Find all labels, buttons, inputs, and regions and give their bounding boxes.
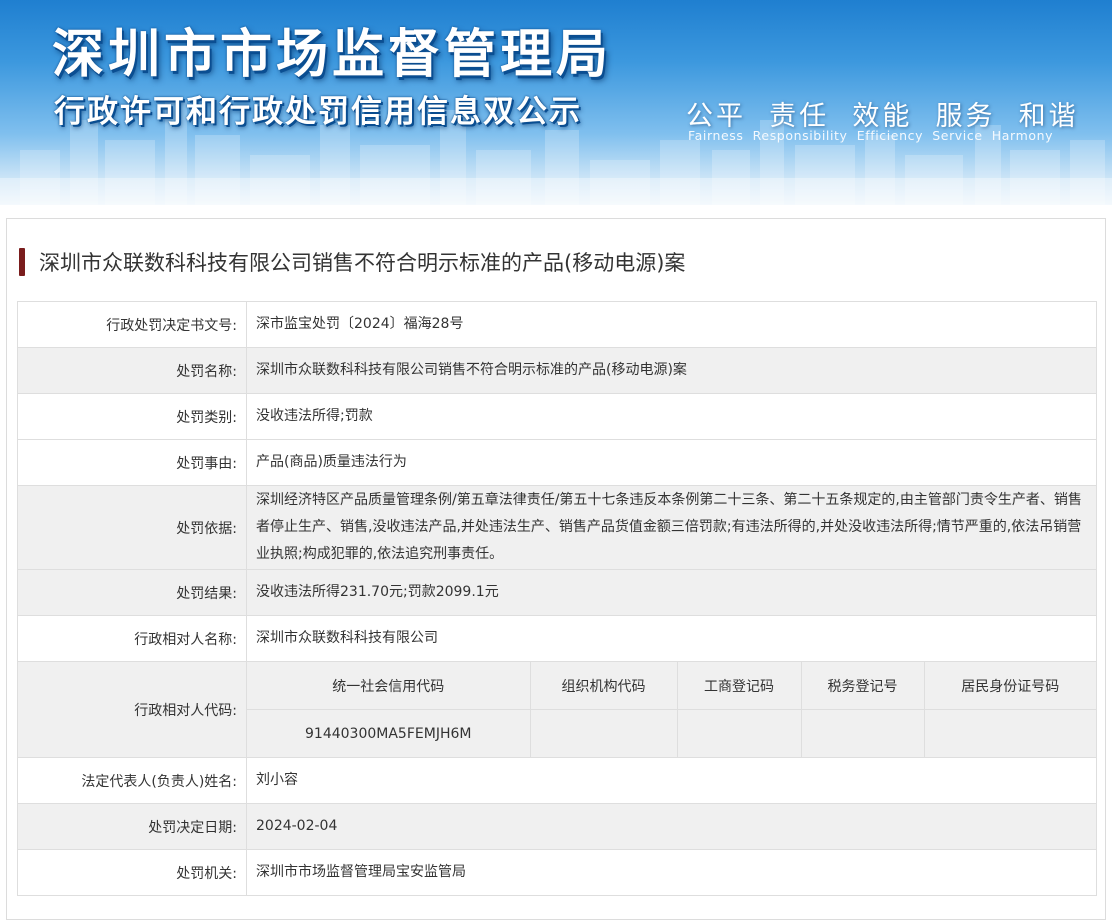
case-title: 深圳市众联数科科技有限公司销售不符合明示标准的产品(移动电源)案	[19, 245, 685, 279]
label-name: 处罚名称:	[17, 347, 247, 394]
value-result: 没收违法所得231.70元;罚款2099.1元	[246, 569, 1097, 616]
value-category: 没收违法所得;罚款	[246, 393, 1097, 440]
party-code-header-row: 统一社会信用代码 组织机构代码 工商登记码 税务登记号 居民身份证号码	[247, 662, 1096, 710]
header-credit-code: 统一社会信用代码	[247, 662, 531, 710]
party-code-table: 统一社会信用代码 组织机构代码 工商登记码 税务登记号 居民身份证号码 9144…	[247, 662, 1096, 757]
party-code-value-row: 91440300MA5FEMJH6M	[247, 709, 1096, 757]
row-doc-no: 行政处罚决定书文号: 深市监宝处罚〔2024〕福海28号	[17, 301, 1097, 348]
label-authority: 处罚机关:	[17, 849, 247, 896]
label-category: 处罚类别:	[17, 393, 247, 440]
banner-slogan-en: Fairness Responsibility Efficiency Servi…	[688, 128, 1054, 143]
header-id-number: 居民身份证号码	[923, 662, 1096, 710]
row-legal-rep: 法定代表人(负责人)姓名: 刘小容	[17, 757, 1097, 804]
label-party-name: 行政相对人名称:	[17, 615, 247, 662]
header-tax-reg: 税务登记号	[800, 662, 925, 710]
row-party-name: 行政相对人名称: 深圳市众联数科科技有限公司	[17, 615, 1097, 662]
label-result: 处罚结果:	[17, 569, 247, 616]
value-legal-rep: 刘小容	[246, 757, 1097, 804]
value-id-number	[923, 709, 1096, 757]
label-date: 处罚决定日期:	[17, 803, 247, 850]
row-reason: 处罚事由: 产品(商品)质量违法行为	[17, 439, 1097, 486]
value-party-name: 深圳市众联数科科技有限公司	[246, 615, 1097, 662]
case-detail-panel: 深圳市众联数科科技有限公司销售不符合明示标准的产品(移动电源)案 行政处罚决定书…	[6, 218, 1106, 920]
row-party-code: 行政相对人代码: 统一社会信用代码 组织机构代码 工商登记码 税务登记号 居民身…	[17, 661, 1097, 758]
value-authority: 深圳市市场监督管理局宝安监管局	[246, 849, 1097, 896]
value-tax-reg	[800, 709, 925, 757]
value-doc-no: 深市监宝处罚〔2024〕福海28号	[246, 301, 1097, 348]
value-credit-code: 91440300MA5FEMJH6M	[247, 709, 531, 757]
row-category: 处罚类别: 没收违法所得;罚款	[17, 393, 1097, 440]
banner-title: 深圳市市场监督管理局	[52, 25, 613, 85]
row-date: 处罚决定日期: 2024-02-04	[17, 803, 1097, 850]
header-org-code: 组织机构代码	[529, 662, 678, 710]
value-reason: 产品(商品)质量违法行为	[246, 439, 1097, 486]
title-accent-bar	[19, 248, 25, 276]
case-info-table: 行政处罚决定书文号: 深市监宝处罚〔2024〕福海28号 处罚名称: 深圳市众联…	[17, 301, 1097, 896]
header-business-reg: 工商登记码	[676, 662, 802, 710]
value-org-code	[529, 709, 678, 757]
label-basis: 处罚依据:	[17, 485, 247, 570]
banner-subtitle: 行政许可和行政处罚信用信息双公示	[54, 94, 582, 130]
value-business-reg	[676, 709, 802, 757]
case-title-text: 深圳市众联数科科技有限公司销售不符合明示标准的产品(移动电源)案	[39, 251, 686, 275]
value-basis: 深圳经济特区产品质量管理条例/第五章法律责任/第五十七条违反本条例第二十三条、第…	[246, 485, 1097, 570]
row-name: 处罚名称: 深圳市众联数科科技有限公司销售不符合明示标准的产品(移动电源)案	[17, 347, 1097, 394]
value-date: 2024-02-04	[246, 803, 1097, 850]
party-code-cell: 统一社会信用代码 组织机构代码 工商登记码 税务登记号 居民身份证号码 9144…	[246, 661, 1097, 758]
row-authority: 处罚机关: 深圳市市场监督管理局宝安监管局	[17, 849, 1097, 896]
value-name: 深圳市众联数科科技有限公司销售不符合明示标准的产品(移动电源)案	[246, 347, 1097, 394]
row-result: 处罚结果: 没收违法所得231.70元;罚款2099.1元	[17, 569, 1097, 616]
header-banner: 深圳市市场监督管理局 行政许可和行政处罚信用信息双公示 公平 责任 效能 服务 …	[0, 0, 1112, 205]
label-reason: 处罚事由:	[17, 439, 247, 486]
row-basis: 处罚依据: 深圳经济特区产品质量管理条例/第五章法律责任/第五十七条违反本条例第…	[17, 485, 1097, 570]
label-doc-no: 行政处罚决定书文号:	[17, 301, 247, 348]
label-party-code: 行政相对人代码:	[17, 661, 247, 758]
label-legal-rep: 法定代表人(负责人)姓名:	[17, 757, 247, 804]
